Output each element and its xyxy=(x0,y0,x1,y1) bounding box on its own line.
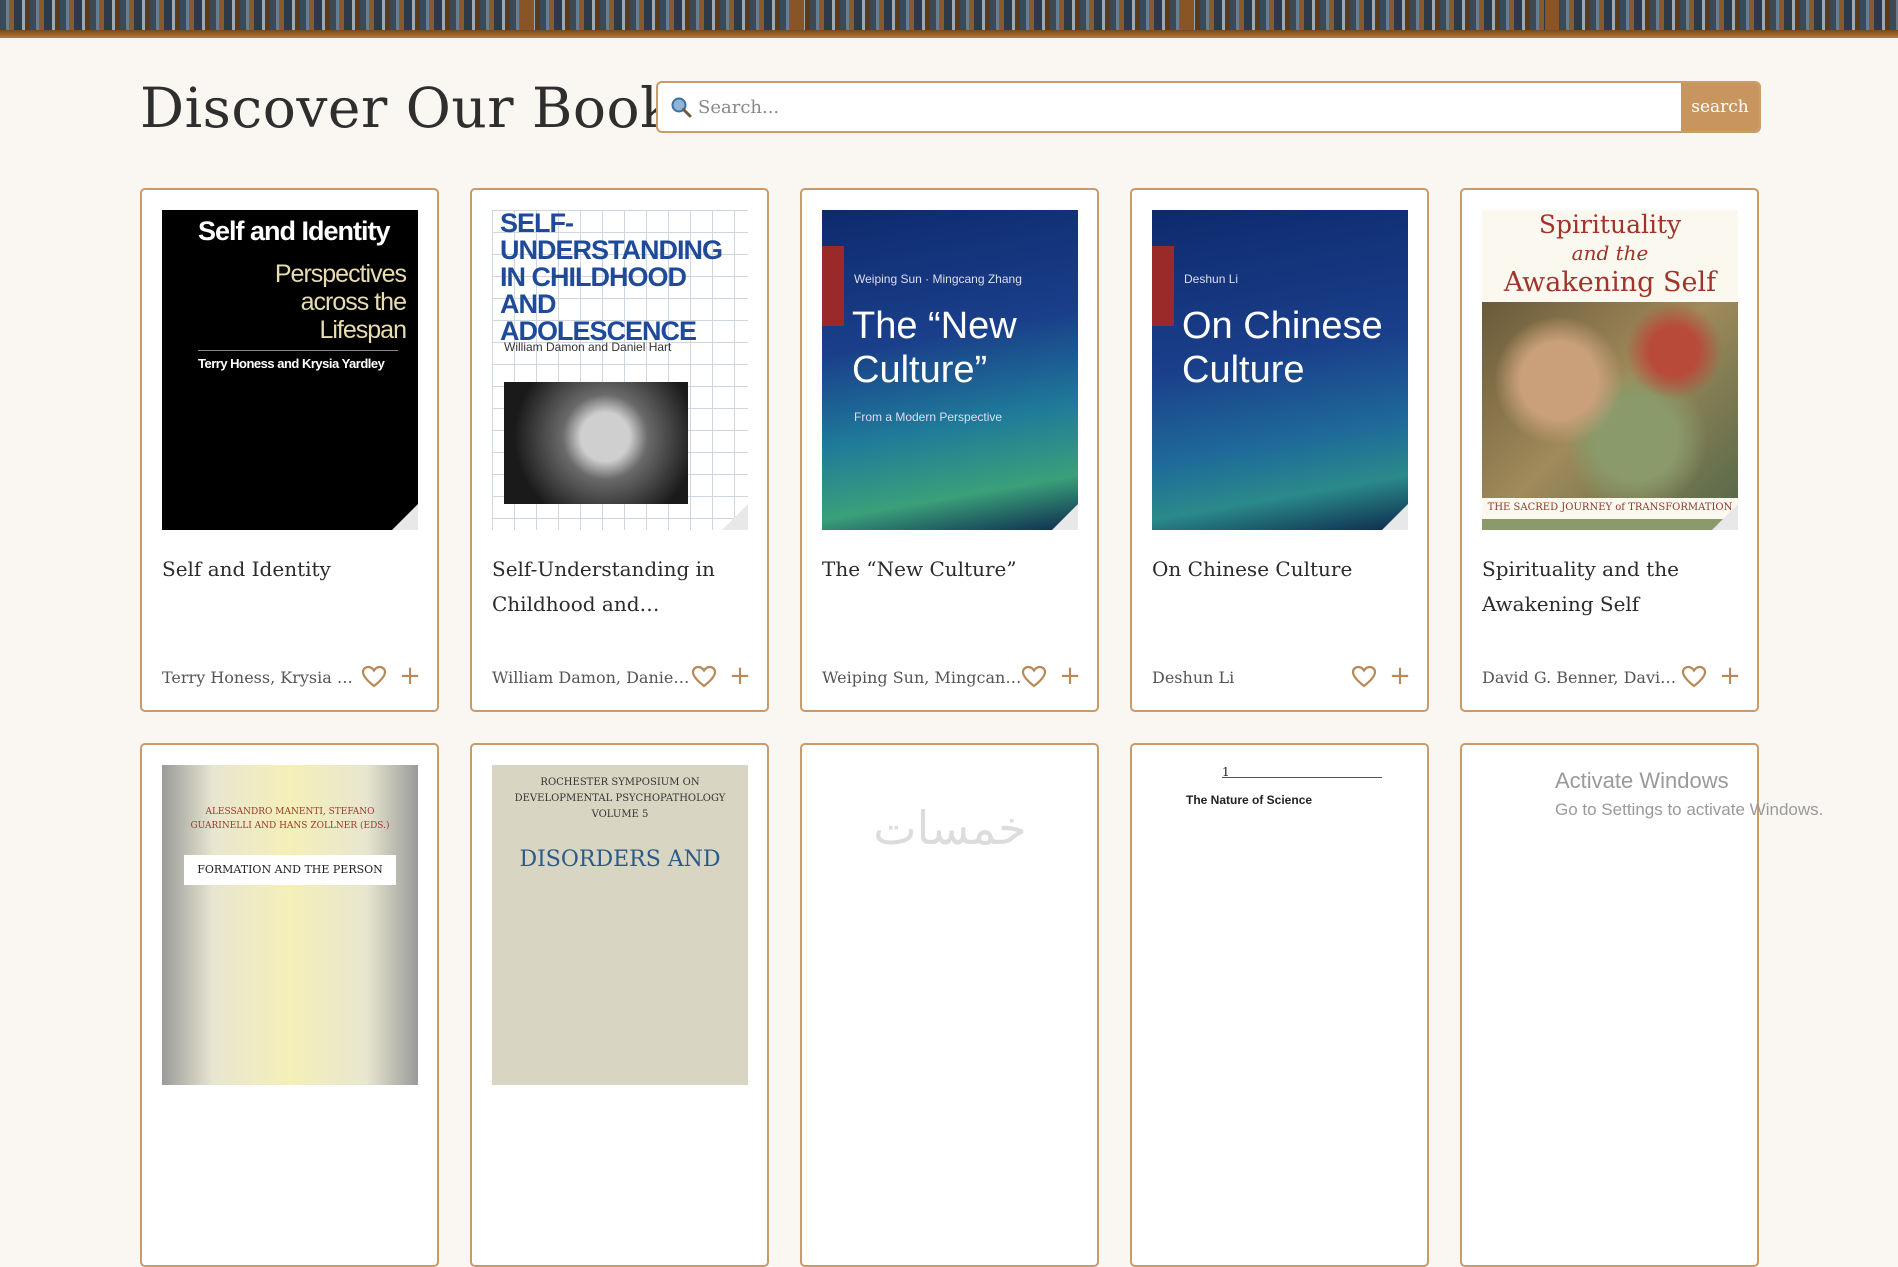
cover-authors: William Damon and Daniel Hart xyxy=(504,340,672,354)
page-curl xyxy=(1382,504,1408,530)
plus-icon[interactable]: + xyxy=(729,663,751,689)
book-cover[interactable]: 1 The Nature of Science xyxy=(1152,765,1408,1085)
plus-icon[interactable]: + xyxy=(1719,663,1741,689)
cover-painting xyxy=(1482,302,1738,498)
book-card[interactable]: Self and Identity Perspectives across th… xyxy=(140,188,439,712)
book-cover[interactable]: Weiping Sun · Mingcang Zhang The “New Cu… xyxy=(822,210,1078,530)
book-cover[interactable]: ALESSANDRO MANENTI, STEFANO GUARINELLI A… xyxy=(162,765,418,1085)
heart-icon[interactable] xyxy=(691,665,717,689)
page-curl xyxy=(1052,504,1078,530)
book-card[interactable]: Spirituality and the Awakening Self THE … xyxy=(1460,188,1759,712)
book-card[interactable]: ROCHESTER SYMPOSIUM ON DEVELOPMENTAL PSY… xyxy=(470,743,769,1267)
book-card[interactable]: ALESSANDRO MANENTI, STEFANO GUARINELLI A… xyxy=(140,743,439,1267)
book-cover[interactable]: Spirituality and the Awakening Self THE … xyxy=(1482,210,1738,530)
page-curl xyxy=(722,504,748,530)
search-bar: search xyxy=(656,81,1761,133)
book-author: Terry Honess, Krysia M. Yardley xyxy=(162,668,362,687)
search-button[interactable]: search xyxy=(1681,83,1759,131)
header-banner xyxy=(0,0,1898,38)
cover-authors: ALESSANDRO MANENTI, STEFANO GUARINELLI A… xyxy=(190,807,390,831)
book-author: Deshun Li xyxy=(1152,668,1235,687)
book-card[interactable]: Deshun Li On Chinese Culture On Chinese … xyxy=(1130,188,1429,712)
book-title[interactable]: Self and Identity xyxy=(162,552,418,587)
search-icon xyxy=(658,83,692,131)
book-cover[interactable]: ROCHESTER SYMPOSIUM ON DEVELOPMENTAL PSY… xyxy=(492,765,748,1085)
cover-subtitle: Perspectives across the Lifespan xyxy=(274,260,407,344)
book-author: William Damon, Daniel Hart xyxy=(492,668,692,687)
cover-stripe xyxy=(822,246,844,326)
book-card[interactable]: Weiping Sun · Mingcang Zhang The “New Cu… xyxy=(800,188,1099,712)
book-title[interactable]: Spirituality and the Awakening Self xyxy=(1482,552,1738,622)
book-author: David G. Benner, David G. Benner xyxy=(1482,668,1682,687)
book-cover[interactable]: خمسات xyxy=(822,765,1078,1085)
heart-icon[interactable] xyxy=(1351,665,1377,689)
heart-icon[interactable] xyxy=(1681,665,1707,689)
cover-subtitle: From a Modern Perspective xyxy=(854,410,1003,424)
cover-editors: Terry Honess and Krysia Yardley xyxy=(198,356,385,371)
plus-icon[interactable]: + xyxy=(399,663,421,689)
cover-authors: Weiping Sun · Mingcang Zhang xyxy=(854,272,1022,286)
cover-band xyxy=(1482,519,1738,530)
cover-title: On Chinese Culture xyxy=(1182,305,1383,391)
heart-icon[interactable] xyxy=(1021,665,1047,689)
page-curl xyxy=(1712,504,1738,530)
heart-icon[interactable] xyxy=(361,665,387,689)
plus-icon[interactable]: + xyxy=(1389,663,1411,689)
book-cover[interactable]: Self and Identity Perspectives across th… xyxy=(162,210,418,530)
placeholder-logo: خمسات xyxy=(873,801,1027,855)
book-card[interactable]: SELF-UNDERSTANDING IN CHILDHOOD AND ADOL… xyxy=(470,188,769,712)
book-author: Weiping Sun, Mingcang Zhang xyxy=(822,668,1022,687)
book-cover[interactable]: Deshun Li On Chinese Culture xyxy=(1152,210,1408,530)
cover-title-line: and the xyxy=(1571,241,1649,265)
cover-stripe xyxy=(1152,246,1174,326)
watermark-subtitle: Go to Settings to activate Windows. xyxy=(1555,800,1824,819)
cover-title: SELF-UNDERSTANDING IN CHILDHOOD AND ADOL… xyxy=(500,210,723,346)
cover-rule xyxy=(198,350,398,351)
page-curl xyxy=(392,504,418,530)
cover-rule xyxy=(1222,777,1382,778)
cover-title: FORMATION AND THE PERSON xyxy=(184,855,396,885)
cover-photo xyxy=(504,382,688,504)
cover-volume: VOLUME 5 xyxy=(591,809,649,820)
book-card[interactable]: 1 The Nature of Science xyxy=(1130,743,1429,1267)
cover-series: ROCHESTER SYMPOSIUM ON DEVELOPMENTAL PSY… xyxy=(514,777,726,804)
cover-title: The Nature of Science xyxy=(1186,793,1313,807)
cover-title: DISORDERS AND xyxy=(519,847,721,872)
watermark-title: Activate Windows xyxy=(1555,768,1729,793)
search-input[interactable] xyxy=(692,83,1681,131)
book-cover[interactable]: SELF-UNDERSTANDING IN CHILDHOOD AND ADOL… xyxy=(492,210,748,530)
shelf-board xyxy=(0,30,1898,38)
cover-title: The “New Culture” xyxy=(852,305,1017,391)
cover-title-line: Spirituality xyxy=(1538,210,1682,239)
book-title[interactable]: The “New Culture” xyxy=(822,552,1078,587)
cover-title: Self and Identity xyxy=(198,216,391,246)
book-card[interactable] xyxy=(1460,743,1759,1267)
book-title[interactable]: Self-Understanding in Childhood and… xyxy=(492,552,748,622)
book-title[interactable]: On Chinese Culture xyxy=(1152,552,1408,587)
windows-activation-watermark: Activate Windows Go to Settings to activ… xyxy=(1555,768,1823,820)
cover-title-block: Spirituality and the Awakening Self xyxy=(1482,210,1738,300)
cover-authors: Deshun Li xyxy=(1184,272,1239,286)
plus-icon[interactable]: + xyxy=(1059,663,1081,689)
page-title: Discover Our Books xyxy=(140,76,703,140)
cover-title-line: Awakening Self xyxy=(1503,267,1717,298)
book-card[interactable]: خمسات xyxy=(800,743,1099,1267)
cover-subtitle: THE SACRED JOURNEY of TRANSFORMATION xyxy=(1487,502,1733,513)
